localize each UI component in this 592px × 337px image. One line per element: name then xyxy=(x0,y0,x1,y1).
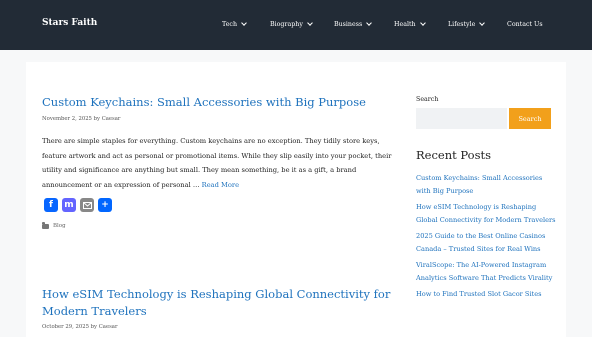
chevron-down-icon xyxy=(307,20,313,26)
recent-post-link[interactable]: How eSIM Technology is Reshaping Global … xyxy=(416,201,556,226)
nav-label: Tech xyxy=(222,21,238,28)
share-icon[interactable]: + xyxy=(98,198,112,212)
post-date[interactable]: October 29, 2025 xyxy=(42,324,89,330)
site-header: Stars Faith Tech Biography Business Heal… xyxy=(0,0,592,50)
recent-post-link[interactable]: ViralScope: The AI-Powered Instagram Ana… xyxy=(416,259,556,284)
chevron-down-icon xyxy=(366,20,373,26)
category-link[interactable]: Blog xyxy=(53,223,66,229)
nav-item-health[interactable]: Health xyxy=(394,20,426,28)
post-title[interactable]: How eSIM Technology is Reshaping Global … xyxy=(42,286,392,320)
post-date[interactable]: November 2, 2025 xyxy=(42,116,92,122)
post-by: by xyxy=(93,116,101,122)
search-label: Search xyxy=(416,96,439,103)
recent-post-link[interactable]: How to Find Trusted Slot Gacor Sites xyxy=(416,288,556,301)
email-icon[interactable] xyxy=(80,198,94,212)
post-meta: October 29, 2025 by Caesar xyxy=(42,324,118,330)
nav-label: Business xyxy=(334,21,363,28)
recent-post-link[interactable]: Custom Keychains: Small Accessories with… xyxy=(416,172,556,197)
post-by: by xyxy=(90,324,98,330)
nav-label: Biography xyxy=(270,21,303,28)
recent-post-link[interactable]: 2025 Guide to the Best Online Casinos Ca… xyxy=(416,230,556,255)
chevron-down-icon xyxy=(479,20,486,26)
nav-label: Lifestyle xyxy=(448,21,476,28)
nav-label: Health xyxy=(394,21,416,28)
post-category: Blog xyxy=(42,222,66,229)
nav-item-lifestyle[interactable]: Lifestyle xyxy=(448,20,486,28)
post-excerpt: There are simple staples for everything.… xyxy=(42,134,392,192)
chevron-down-icon xyxy=(419,20,426,26)
recent-posts-list: Custom Keychains: Small Accessories with… xyxy=(416,172,556,305)
search-input[interactable] xyxy=(416,108,507,129)
mastodon-icon[interactable]: m xyxy=(62,198,76,212)
search-button[interactable]: Search xyxy=(509,108,551,129)
post-author[interactable]: Caesar xyxy=(102,116,121,122)
nav-label: Contact Us xyxy=(507,21,543,28)
read-more-link[interactable]: Read More xyxy=(202,181,239,189)
nav-item-contact-us[interactable]: Contact Us xyxy=(507,21,543,28)
chevron-down-icon xyxy=(241,20,247,26)
post-title[interactable]: Custom Keychains: Small Accessories with… xyxy=(42,94,366,111)
post-meta: November 2, 2025 by Caesar xyxy=(42,116,120,122)
main-nav: Tech Biography Business Health Lifestyle… xyxy=(0,20,592,33)
folder-icon xyxy=(42,222,49,229)
post-author[interactable]: Caesar xyxy=(99,324,118,330)
nav-item-biography[interactable]: Biography xyxy=(270,20,313,28)
recent-posts-heading: Recent Posts xyxy=(416,148,492,162)
share-buttons: f m + xyxy=(44,198,112,212)
nav-item-business[interactable]: Business xyxy=(334,20,373,28)
nav-item-tech[interactable]: Tech xyxy=(222,20,247,28)
facebook-icon[interactable]: f xyxy=(44,198,58,212)
